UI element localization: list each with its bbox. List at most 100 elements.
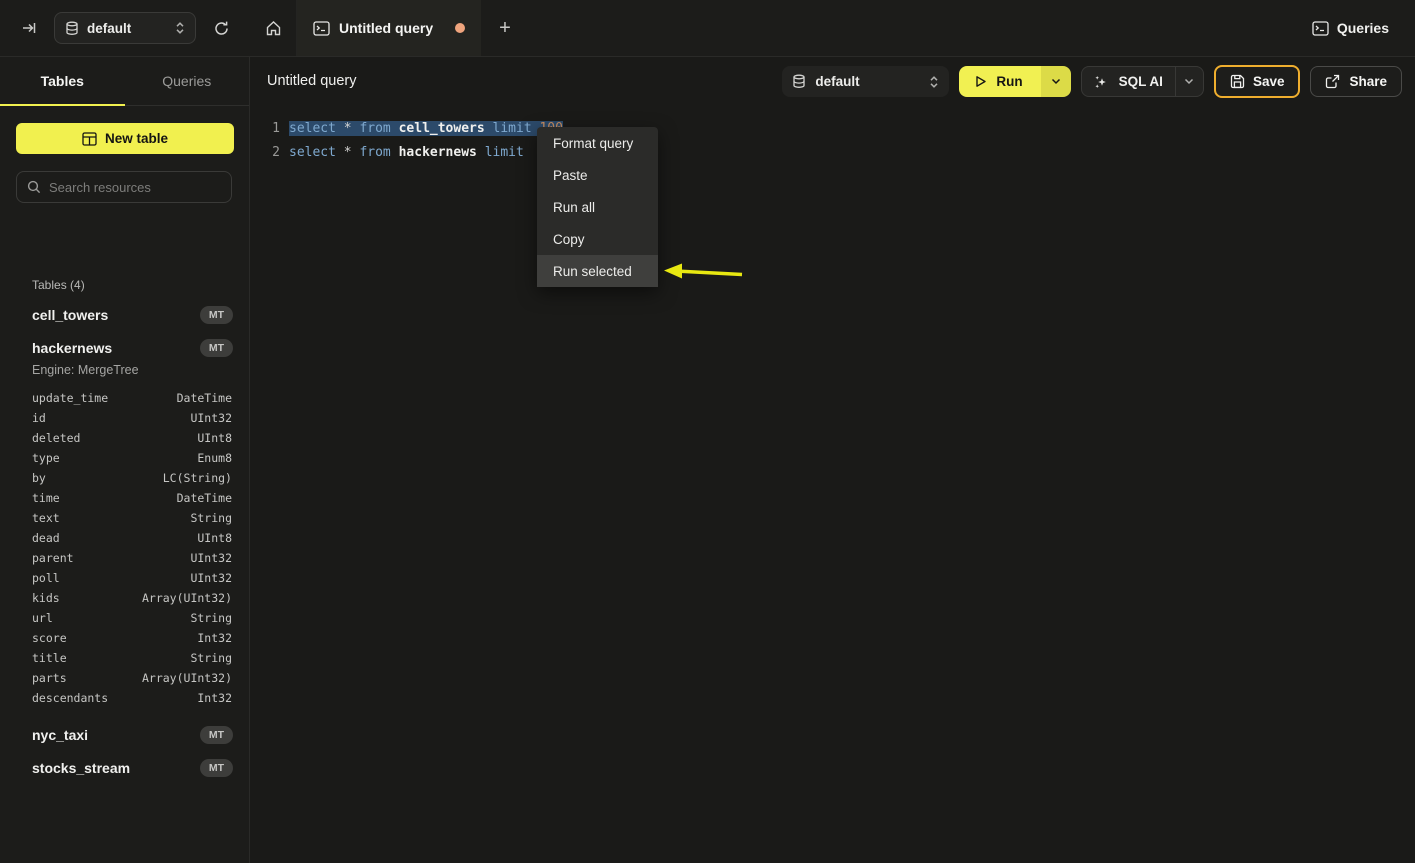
context-menu-item[interactable]: Format query bbox=[537, 127, 658, 159]
table-name: nyc_taxi bbox=[16, 727, 200, 743]
refresh-button[interactable] bbox=[206, 13, 236, 43]
terminal-icon bbox=[313, 21, 330, 36]
table-item-cell-towers[interactable]: cell_towers MT bbox=[16, 301, 233, 329]
tab-untitled-query[interactable]: Untitled query bbox=[297, 0, 481, 56]
column-type: UInt8 bbox=[197, 531, 232, 545]
column-row[interactable]: descendantsInt32 bbox=[32, 688, 232, 708]
context-menu-item[interactable]: Run selected bbox=[537, 255, 658, 287]
sql-editor[interactable]: 1select * from cell_towers limit 1002sel… bbox=[250, 105, 1415, 863]
context-menu-item[interactable]: Run all bbox=[537, 191, 658, 223]
table-item-nyc-taxi[interactable]: nyc_taxi MT bbox=[16, 721, 233, 749]
code-line: 2select * from hackernews limit bbox=[250, 140, 524, 164]
search-icon bbox=[27, 180, 41, 194]
column-row[interactable]: parentUInt32 bbox=[32, 548, 232, 568]
column-type: UInt8 bbox=[197, 431, 232, 445]
tab-strip: Untitled query + bbox=[250, 0, 1312, 56]
chevron-updown-icon bbox=[175, 21, 185, 35]
column-name: id bbox=[32, 411, 190, 425]
refresh-icon bbox=[213, 20, 230, 37]
run-button-group: Run bbox=[959, 66, 1070, 97]
token: * bbox=[344, 145, 352, 160]
sidebar-tab-queries[interactable]: Queries bbox=[125, 57, 250, 105]
share-button[interactable]: Share bbox=[1310, 66, 1402, 97]
queries-button[interactable]: Queries bbox=[1312, 20, 1389, 36]
token: from bbox=[359, 145, 390, 160]
column-name: title bbox=[32, 651, 190, 665]
sidebar-tab-tables[interactable]: Tables bbox=[0, 57, 125, 105]
column-row[interactable]: scoreInt32 bbox=[32, 628, 232, 648]
column-row[interactable]: urlString bbox=[32, 608, 232, 628]
topbar-database-select[interactable]: default bbox=[54, 12, 196, 44]
tab-home[interactable] bbox=[250, 0, 297, 56]
run-button[interactable]: Run bbox=[959, 66, 1040, 97]
toolbar-controls: default Run bbox=[782, 65, 1402, 98]
column-row[interactable]: pollUInt32 bbox=[32, 568, 232, 588]
column-row[interactable]: update_timeDateTime bbox=[32, 388, 232, 408]
top-bar-left: default bbox=[0, 0, 250, 56]
token: limit bbox=[493, 121, 532, 136]
sql-ai-button[interactable]: SQL AI bbox=[1082, 67, 1175, 96]
column-name: type bbox=[32, 451, 197, 465]
column-row[interactable]: kidsArray(UInt32) bbox=[32, 588, 232, 608]
column-row[interactable]: typeEnum8 bbox=[32, 448, 232, 468]
top-bar-right: Queries bbox=[1312, 20, 1415, 36]
column-type: UInt32 bbox=[190, 411, 232, 425]
unsaved-dot bbox=[455, 23, 465, 33]
column-row[interactable]: timeDateTime bbox=[32, 488, 232, 508]
line-number: 1 bbox=[250, 121, 280, 136]
share-icon bbox=[1325, 74, 1340, 89]
context-menu-item[interactable]: Copy bbox=[537, 223, 658, 255]
column-row[interactable]: deadUInt8 bbox=[32, 528, 232, 548]
table-icon bbox=[82, 132, 97, 146]
sql-ai-options-button[interactable] bbox=[1175, 67, 1203, 96]
query-title: Untitled query bbox=[267, 73, 356, 89]
tables-section-label: Tables (4) bbox=[32, 278, 85, 292]
column-type: Enum8 bbox=[197, 451, 232, 465]
search-input[interactable] bbox=[49, 180, 221, 195]
column-name: descendants bbox=[32, 691, 197, 705]
column-type: String bbox=[190, 611, 232, 625]
toolbar-database-value: default bbox=[815, 74, 920, 89]
token: select bbox=[289, 121, 336, 136]
new-table-button[interactable]: New table bbox=[16, 123, 234, 154]
topbar-database-value: default bbox=[87, 21, 167, 36]
engine-badge: MT bbox=[200, 726, 233, 744]
token: limit bbox=[485, 145, 524, 160]
context-menu-item[interactable]: Paste bbox=[537, 159, 658, 191]
token bbox=[391, 121, 399, 136]
sidebar-collapse-button[interactable] bbox=[14, 13, 44, 43]
column-row[interactable]: idUInt32 bbox=[32, 408, 232, 428]
column-type: Array(UInt32) bbox=[142, 591, 232, 605]
token bbox=[336, 145, 344, 160]
queries-button-label: Queries bbox=[1337, 20, 1389, 36]
token: select bbox=[289, 145, 336, 160]
run-options-button[interactable] bbox=[1041, 66, 1071, 97]
sidebar-tabs: Tables Queries bbox=[0, 57, 249, 106]
column-type: Int32 bbox=[197, 691, 232, 705]
main-area: Untitled query default bbox=[250, 57, 1415, 863]
column-type: DateTime bbox=[177, 491, 232, 505]
column-row[interactable]: byLC(String) bbox=[32, 468, 232, 488]
column-name: deleted bbox=[32, 431, 197, 445]
sidebar-collapse-icon bbox=[21, 20, 37, 36]
new-tab-button[interactable]: + bbox=[481, 0, 529, 56]
toolbar-database-select[interactable]: default bbox=[782, 66, 949, 97]
engine-badge: MT bbox=[200, 759, 233, 777]
save-button[interactable]: Save bbox=[1214, 65, 1301, 98]
token bbox=[336, 121, 344, 136]
table-name: stocks_stream bbox=[16, 760, 200, 776]
column-row[interactable]: partsArray(UInt32) bbox=[32, 668, 232, 688]
hackernews-columns: update_timeDateTimeidUInt32deletedUInt8t… bbox=[32, 388, 232, 708]
table-name: cell_towers bbox=[16, 307, 200, 323]
column-name: parts bbox=[32, 671, 142, 685]
column-type: UInt32 bbox=[190, 571, 232, 585]
table-item-stocks-stream[interactable]: stocks_stream MT bbox=[16, 754, 233, 782]
chevron-down-icon bbox=[1184, 78, 1194, 85]
table-item-hackernews[interactable]: hackernews MT bbox=[16, 334, 233, 362]
table-name: hackernews bbox=[16, 340, 200, 356]
column-row[interactable]: titleString bbox=[32, 648, 232, 668]
column-row[interactable]: deletedUInt8 bbox=[32, 428, 232, 448]
engine-badge: MT bbox=[200, 306, 233, 324]
column-row[interactable]: textString bbox=[32, 508, 232, 528]
column-name: url bbox=[32, 611, 190, 625]
